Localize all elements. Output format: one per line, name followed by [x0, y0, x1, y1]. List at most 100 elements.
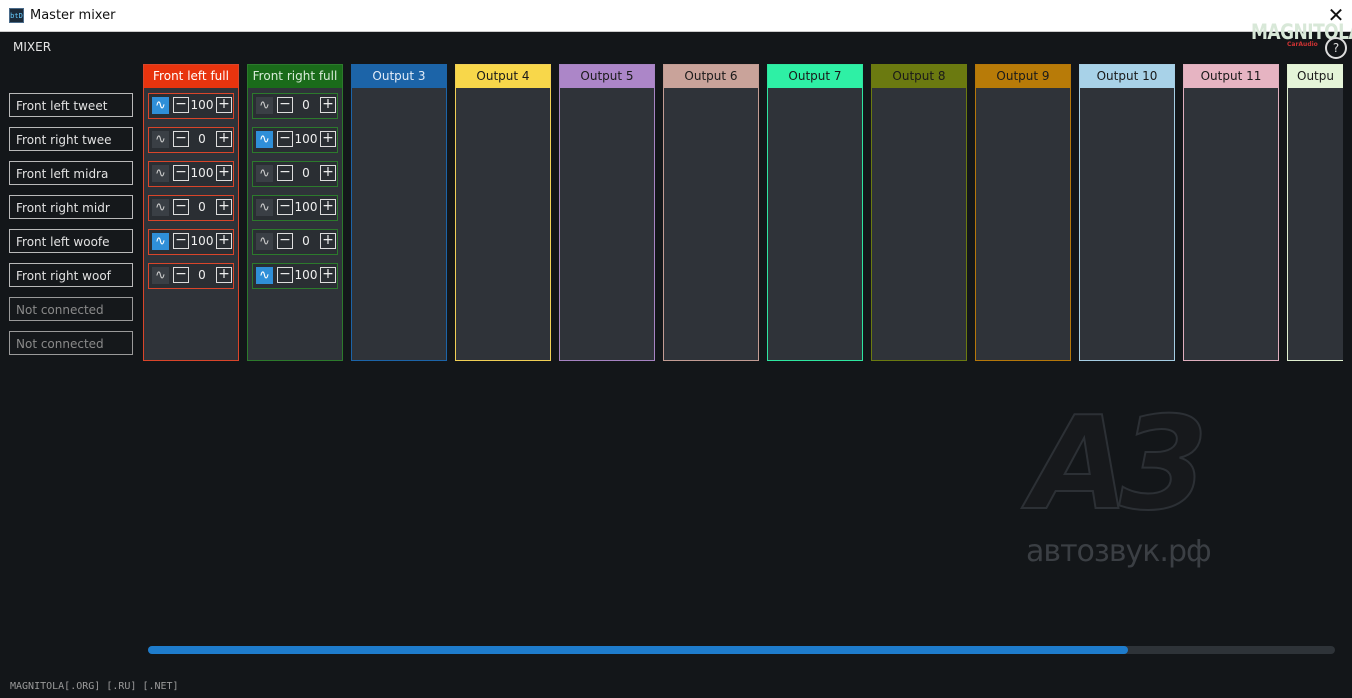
output-column: Output 11 [1183, 64, 1279, 361]
mix-level-value: 0 [302, 166, 310, 180]
input-channel-button[interactable]: Front right twee [9, 127, 133, 151]
output-header[interactable]: Output 5 [560, 65, 654, 88]
wave-toggle-icon[interactable]: ∿ [152, 131, 169, 148]
wave-toggle-icon[interactable]: ∿ [256, 199, 273, 216]
mix-level-value: 100 [190, 234, 214, 248]
watermark-site: автозвук.рф [1026, 534, 1212, 569]
plus-button[interactable]: + [216, 165, 232, 181]
minus-button[interactable]: − [277, 199, 293, 215]
logo-subtext: CarAudio [1287, 41, 1318, 48]
wave-toggle-icon[interactable]: ∿ [256, 267, 273, 284]
magnitola-logo: MAGNITOLA CarAudio [1251, 20, 1352, 52]
output-header[interactable]: Output 4 [456, 65, 550, 88]
minus-button[interactable]: − [277, 233, 293, 249]
wave-toggle-icon[interactable]: ∿ [256, 233, 273, 250]
output-column: Outpu [1287, 64, 1343, 361]
mix-cell: ∿ −100 + [148, 161, 234, 187]
wave-toggle-icon[interactable]: ∿ [256, 97, 273, 114]
output-header[interactable]: Output 11 [1184, 65, 1278, 88]
minus-button[interactable]: − [173, 233, 189, 249]
mix-level-value: 0 [198, 132, 206, 146]
mix-level-value: 0 [302, 234, 310, 248]
wave-toggle-icon[interactable]: ∿ [152, 233, 169, 250]
minus-button[interactable]: − [173, 165, 189, 181]
output-header[interactable]: Front left full [144, 65, 238, 88]
plus-button[interactable]: + [320, 267, 336, 283]
wave-toggle-icon[interactable]: ∿ [256, 165, 273, 182]
output-header[interactable]: Output 9 [976, 65, 1070, 88]
plus-button[interactable]: + [216, 233, 232, 249]
output-column: Output 5 [559, 64, 655, 361]
watermark-logo: A3 [1029, 389, 1209, 540]
output-header[interactable]: Front right full [248, 65, 342, 88]
mix-cell: ∿ −100 + [252, 263, 338, 289]
wave-toggle-icon[interactable]: ∿ [152, 165, 169, 182]
minus-button[interactable]: − [173, 97, 189, 113]
input-not-connected-button[interactable]: Not connected [9, 297, 133, 321]
plus-button[interactable]: + [320, 199, 336, 215]
mix-cell: ∿ −100 + [148, 229, 234, 255]
window-title: Master mixer [30, 8, 116, 23]
output-column: Front left full ∿ −100 + ∿ −0 + ∿ −100 + ∿ −0 + ∿ −100… [143, 64, 239, 361]
app-icon: btD [9, 8, 24, 23]
scrollbar-thumb[interactable] [148, 646, 1129, 654]
plus-button[interactable]: + [320, 131, 336, 147]
input-channel-button[interactable]: Front left midra [9, 161, 133, 185]
plus-button[interactable]: + [216, 199, 232, 215]
mix-cell: ∿ −0 + [148, 127, 234, 153]
minus-button[interactable]: − [277, 131, 293, 147]
mix-level-value: 0 [302, 98, 310, 112]
minus-button[interactable]: − [277, 97, 293, 113]
output-column: Output 10 [1079, 64, 1175, 361]
input-channel-button[interactable]: Front left woofe [9, 229, 133, 253]
mix-cell: ∿ −0 + [148, 195, 234, 221]
mix-cell: ∿ −100 + [148, 93, 234, 119]
input-not-connected-button[interactable]: Not connected [9, 331, 133, 355]
help-icon[interactable]: ? [1325, 37, 1347, 59]
plus-button[interactable]: + [320, 165, 336, 181]
wave-toggle-icon[interactable]: ∿ [152, 199, 169, 216]
mix-cell: ∿ −100 + [252, 127, 338, 153]
mix-level-value: 100 [190, 98, 214, 112]
a3-watermark: A3 автозвук.рф [1026, 389, 1226, 580]
output-header[interactable]: Output 3 [352, 65, 446, 88]
mix-cell: ∿ −0 + [252, 161, 338, 187]
minus-button[interactable]: − [277, 165, 293, 181]
plus-button[interactable]: + [216, 97, 232, 113]
plus-button[interactable]: + [320, 97, 336, 113]
wave-toggle-icon[interactable]: ∿ [256, 131, 273, 148]
wave-toggle-icon[interactable]: ∿ [152, 97, 169, 114]
footer-text: MAGNITOLA[.ORG] [.RU] [.NET] [10, 681, 179, 692]
plus-button[interactable]: + [216, 131, 232, 147]
output-header[interactable]: Output 8 [872, 65, 966, 88]
mix-cell: ∿ −0 + [252, 229, 338, 255]
output-header[interactable]: Output 6 [664, 65, 758, 88]
horizontal-scrollbar[interactable] [148, 646, 1335, 654]
mix-level-value: 100 [294, 268, 318, 282]
output-column: Output 9 [975, 64, 1071, 361]
output-header[interactable]: Output 7 [768, 65, 862, 88]
output-header[interactable]: Outpu [1288, 65, 1343, 88]
output-column: Output 4 [455, 64, 551, 361]
output-column: Output 7 [767, 64, 863, 361]
minus-button[interactable]: − [173, 131, 189, 147]
minus-button[interactable]: − [173, 267, 189, 283]
output-column: Output 3 [351, 64, 447, 361]
input-channel-button[interactable]: Front left tweet [9, 93, 133, 117]
title-bar: btD Master mixer ✕ [0, 0, 1352, 32]
mix-cell: ∿ −0 + [148, 263, 234, 289]
mix-level-value: 100 [294, 200, 318, 214]
output-column: Front right full ∿ −0 + ∿ −100 + ∿ −0 + ∿ −100 + ∿ −0 +… [247, 64, 343, 361]
mixer-label: MIXER [13, 40, 52, 54]
plus-button[interactable]: + [216, 267, 232, 283]
output-header[interactable]: Output 10 [1080, 65, 1174, 88]
input-channel-button[interactable]: Front right woof [9, 263, 133, 287]
mix-level-value: 0 [198, 268, 206, 282]
minus-button[interactable]: − [173, 199, 189, 215]
input-channel-button[interactable]: Front right midr [9, 195, 133, 219]
mix-cell: ∿ −0 + [252, 93, 338, 119]
wave-toggle-icon[interactable]: ∿ [152, 267, 169, 284]
plus-button[interactable]: + [320, 233, 336, 249]
minus-button[interactable]: − [277, 267, 293, 283]
mix-level-value: 0 [198, 200, 206, 214]
